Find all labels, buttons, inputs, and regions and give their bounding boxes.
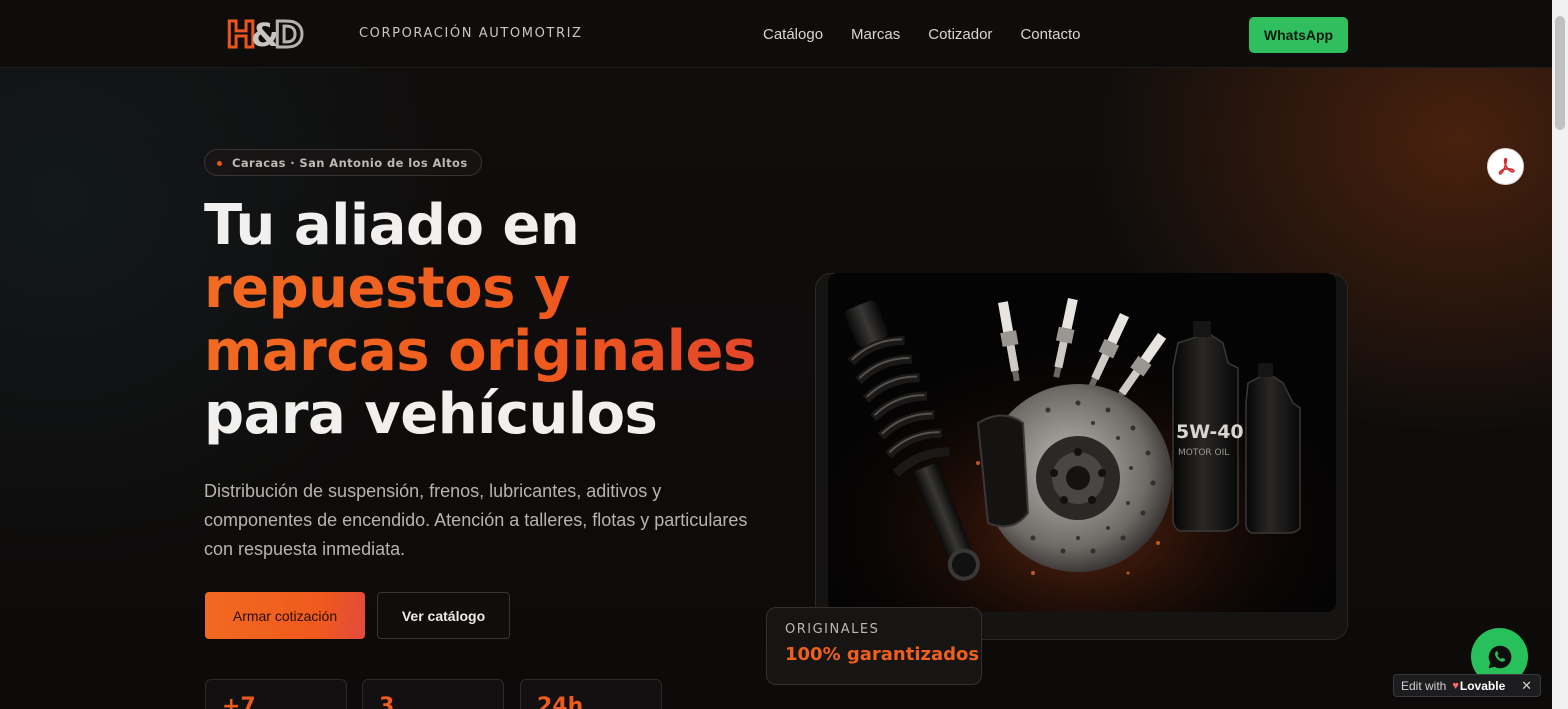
lovable-brand-text: Lovable	[1459, 678, 1506, 693]
brand-name: CORPORACIÓN AUTOMOTRIZ	[359, 26, 583, 41]
armar-cotizacion-button[interactable]: Armar cotización	[205, 592, 365, 639]
whatsapp-icon	[1488, 645, 1511, 668]
lovable-edit-text: Edit with	[1401, 678, 1447, 693]
nav-item-contacto[interactable]: Contacto	[1020, 26, 1080, 43]
headline-line-3: marcas originales	[204, 320, 764, 383]
stat-value: 24h	[537, 694, 584, 709]
headline-line-4: para vehículos	[204, 382, 658, 447]
hero-description: Distribución de suspensión, frenos, lubr…	[204, 481, 748, 559]
location-text: Caracas · San Antonio de los Altos	[232, 155, 468, 170]
nav-links: Catálogo Marcas Cotizador Contacto	[763, 26, 1080, 43]
stat-value: +7	[222, 694, 256, 709]
top-navbar: H & D CORPORACIÓN AUTOMOTRIZ Catálogo Marc…	[0, 0, 1552, 68]
oil-label-type: MOTOR OIL	[1178, 448, 1229, 458]
stat-card: 24h	[520, 679, 662, 709]
stat-card: 3	[362, 679, 504, 709]
close-icon[interactable]: ✕	[1521, 678, 1532, 694]
pdf-download-button[interactable]	[1487, 148, 1524, 185]
nav-item-marcas[interactable]: Marcas	[851, 26, 900, 43]
ver-catalogo-button[interactable]: Ver catálogo	[377, 592, 510, 639]
stat-value: 3	[379, 694, 395, 709]
brand-logo[interactable]: H & D	[216, 8, 336, 62]
guarantee-badge-value: 100% garantizados	[785, 644, 980, 665]
stat-card: +7	[205, 679, 347, 709]
headline-line-1: Tu aliado en	[204, 193, 580, 258]
location-dot-icon	[217, 161, 222, 166]
pdf-icon	[1498, 157, 1515, 175]
nav-item-catalogo[interactable]: Catálogo	[763, 26, 823, 43]
oil-label-viscosity: 5W-40	[1176, 421, 1244, 443]
location-pill: Caracas · San Antonio de los Altos	[204, 149, 482, 176]
guarantee-badge-label: ORIGINALES	[785, 622, 880, 637]
product-image: 5W-40 MOTOR OIL	[828, 273, 1336, 612]
lovable-badge[interactable]: Edit with ♥ Lovable ✕	[1393, 674, 1541, 697]
lovable-heart-icon: ♥	[1452, 679, 1459, 692]
whatsapp-button[interactable]: WhatsApp	[1249, 17, 1348, 53]
scrollbar-thumb[interactable]	[1555, 16, 1565, 130]
headline-line-2: repuestos y	[204, 257, 764, 320]
hero-headline: Tu aliado en repuestos y marcas original…	[204, 194, 764, 446]
nav-item-cotizador[interactable]: Cotizador	[928, 26, 992, 43]
